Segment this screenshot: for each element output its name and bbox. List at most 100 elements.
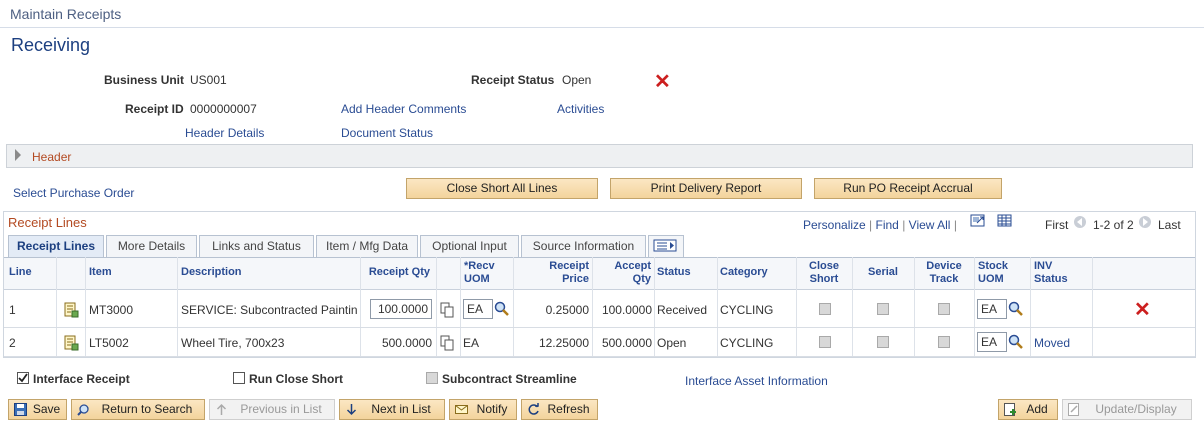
view-all-link[interactable]: View All xyxy=(909,218,951,232)
row2-accept-qty: 500.0000 xyxy=(601,336,652,350)
col-device-track: Device Track xyxy=(926,260,962,285)
row1-status: Received xyxy=(657,303,708,317)
header-section-label: Header xyxy=(32,150,72,164)
page-title: Receiving xyxy=(11,35,91,55)
download-grid-icon[interactable] xyxy=(997,214,1013,228)
lookup-search-icon[interactable] xyxy=(1008,301,1024,317)
row2-status: Open xyxy=(657,336,687,350)
tab-optional-input[interactable]: Optional Input xyxy=(420,235,519,257)
col-stock-uom: Stock UOM xyxy=(978,260,1008,285)
return-search-icon xyxy=(77,404,89,416)
notify-button[interactable]: Notify xyxy=(449,399,517,420)
row1-receipt-qty-input[interactable]: 100.0000 xyxy=(370,299,432,319)
lookup-search-icon[interactable] xyxy=(1008,334,1024,350)
close-short-all-lines-button[interactable]: Close Short All Lines xyxy=(406,178,598,199)
find-link[interactable]: Find xyxy=(876,218,899,232)
receipt-id-value: 0000000007 xyxy=(190,102,257,116)
receipt-id-label: Receipt ID xyxy=(125,102,184,116)
next-row-icon[interactable] xyxy=(1138,215,1152,229)
subcontract-streamline-label: Subcontract Streamline xyxy=(442,372,577,386)
col-item: Item xyxy=(89,266,112,278)
col-inv-status: INV Status xyxy=(1034,260,1068,285)
row1-recv-uom-input[interactable]: EA xyxy=(463,299,493,319)
col-accept-qty: Accept Qty xyxy=(614,260,651,285)
receipt-status-label: Receipt Status xyxy=(471,73,555,87)
zoom-grid-icon[interactable] xyxy=(970,214,986,228)
row2-inv-status-link[interactable]: Moved xyxy=(1034,336,1070,350)
show-all-columns-icon xyxy=(653,239,677,252)
tab-links-and-status[interactable]: Links and Status xyxy=(199,235,314,257)
save-icon xyxy=(14,403,27,416)
copy-icon[interactable] xyxy=(440,302,454,318)
col-close-short: Close Short xyxy=(809,260,839,285)
row2-receipt-qty: 500.0000 xyxy=(381,336,432,350)
checkmark-icon xyxy=(18,373,28,383)
row1-stock-uom-input[interactable]: EA xyxy=(977,299,1007,319)
item-details-icon[interactable] xyxy=(63,302,79,318)
row2-device-track-checkbox xyxy=(938,336,950,348)
expand-triangle-icon xyxy=(15,149,21,161)
col-status: Status xyxy=(657,266,691,278)
row-range: 1-2 of 2 xyxy=(1093,218,1134,232)
run-close-short-checkbox[interactable] xyxy=(233,372,245,384)
row1-line: 1 xyxy=(9,303,16,317)
interface-receipt-checkbox[interactable] xyxy=(17,372,29,384)
first-label[interactable]: First xyxy=(1045,218,1068,232)
row1-description: SERVICE: Subcontracted Paintin xyxy=(181,303,358,317)
window-title-bar: Maintain Receipts xyxy=(0,0,1204,28)
row1-category: CYCLING xyxy=(720,303,774,317)
copy-icon[interactable] xyxy=(440,335,454,351)
tab-more-details[interactable]: More Details xyxy=(106,235,197,257)
delete-row-icon[interactable]: ✕ xyxy=(1134,300,1151,320)
tab-source-information[interactable]: Source Information xyxy=(521,235,646,257)
personalize-link[interactable]: Personalize xyxy=(803,218,866,232)
col-receipt-qty: Receipt Qty xyxy=(368,266,430,278)
previous-in-list-button: Previous in List xyxy=(209,399,335,420)
header-section-toggle[interactable]: Header xyxy=(6,144,1193,168)
previous-row-icon[interactable] xyxy=(1073,215,1087,229)
interface-receipt-label: Interface Receipt xyxy=(33,372,130,386)
lookup-search-icon[interactable] xyxy=(494,301,510,317)
interface-asset-information-link[interactable]: Interface Asset Information xyxy=(685,374,828,388)
row1-receipt-price: 0.25000 xyxy=(545,303,589,317)
col-line: Line xyxy=(9,266,32,278)
row1-item: MT3000 xyxy=(89,303,134,317)
tab-receipt-lines[interactable]: Receipt Lines xyxy=(8,235,104,257)
row2-receipt-price: 12.25000 xyxy=(538,336,589,350)
select-purchase-order-link[interactable]: Select Purchase Order xyxy=(13,186,134,200)
refresh-button[interactable]: Refresh xyxy=(521,399,598,420)
add-icon xyxy=(1004,403,1016,416)
row1-serial-checkbox xyxy=(877,303,889,315)
delete-receipt-icon[interactable]: ✕ xyxy=(654,72,671,92)
return-to-search-button[interactable]: Return to Search xyxy=(71,399,205,420)
save-button[interactable]: Save xyxy=(8,399,67,420)
subcontract-streamline-checkbox xyxy=(426,372,438,384)
col-description: Description xyxy=(181,266,242,278)
row2-stock-uom-input[interactable]: EA xyxy=(977,332,1007,352)
row2-item: LT5002 xyxy=(89,336,129,350)
refresh-icon xyxy=(528,403,539,415)
col-category: Category xyxy=(720,266,768,278)
header-details-link[interactable]: Header Details xyxy=(185,126,264,140)
row1-close-short-checkbox xyxy=(819,303,831,315)
add-button[interactable]: Add xyxy=(998,399,1058,420)
run-po-receipt-accrual-button[interactable]: Run PO Receipt Accrual xyxy=(814,178,1002,199)
row2-recv-uom: EA xyxy=(463,336,480,350)
row2-serial-checkbox xyxy=(877,336,889,348)
print-delivery-report-button[interactable]: Print Delivery Report xyxy=(610,178,802,199)
document-status-link[interactable]: Document Status xyxy=(341,126,433,140)
item-details-icon[interactable] xyxy=(63,335,79,351)
show-all-columns-tab[interactable] xyxy=(648,235,684,257)
receipt-status-value: Open xyxy=(562,73,592,87)
row1-accept-qty: 100.0000 xyxy=(601,303,652,317)
row1-device-track-checkbox xyxy=(938,303,950,315)
add-header-comments-link[interactable]: Add Header Comments xyxy=(341,102,466,116)
next-in-list-button[interactable]: Next in List xyxy=(339,399,445,420)
activities-link[interactable]: Activities xyxy=(557,102,604,116)
row2-description: Wheel Tire, 700x23 xyxy=(181,336,285,350)
last-label[interactable]: Last xyxy=(1158,218,1181,232)
grid-nav: Personalize | Find | View All | xyxy=(803,218,957,232)
tab-item-mfg-data[interactable]: Item / Mfg Data xyxy=(316,235,418,257)
run-close-short-label: Run Close Short xyxy=(249,372,344,386)
col-serial: Serial xyxy=(868,266,898,278)
